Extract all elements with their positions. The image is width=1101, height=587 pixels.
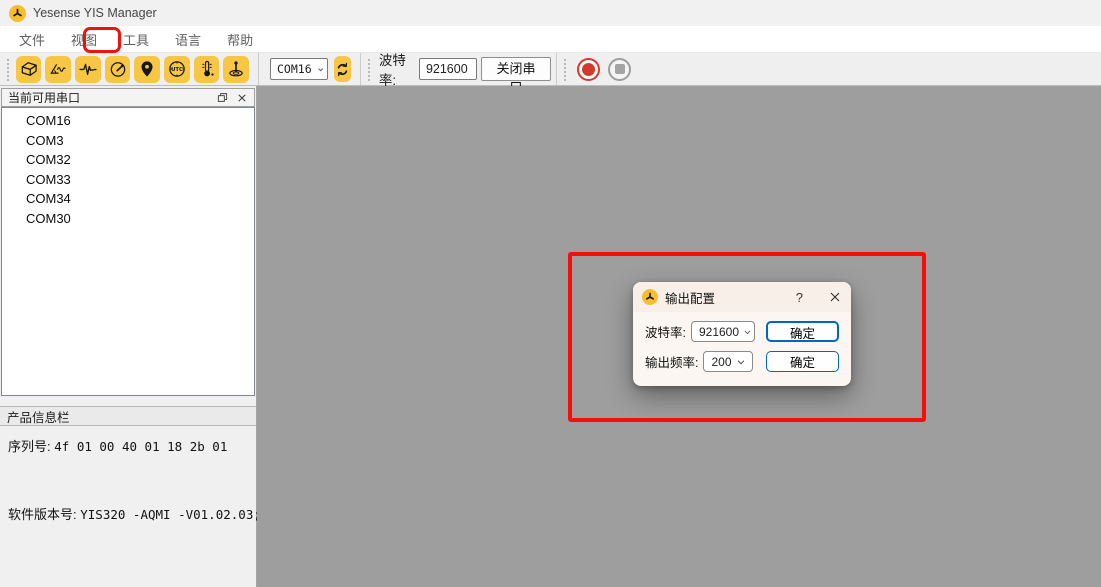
output-config-dialog: 输出配置 ? 波特率: 921600 确定 输出频率: bbox=[633, 282, 851, 386]
ports-panel-header: 当前可用串口 bbox=[1, 88, 255, 107]
toolbar-drag-handle[interactable] bbox=[563, 57, 568, 81]
dialog-titlebar: 输出配置 ? bbox=[633, 282, 851, 312]
dialog-output-rate-select[interactable]: 200 bbox=[703, 351, 753, 372]
port-select[interactable]: COM16 bbox=[270, 58, 328, 80]
chevron-down-icon bbox=[743, 327, 752, 337]
port-list: COM16 COM3 COM32 COM33 COM34 COM30 bbox=[1, 107, 255, 396]
dialog-baud-label: 波特率: bbox=[645, 322, 686, 341]
refresh-ports-icon[interactable] bbox=[334, 56, 351, 82]
dialog-close-button[interactable] bbox=[829, 291, 841, 303]
serial-number-label: 序列号: bbox=[8, 439, 51, 454]
ports-panel-title: 当前可用串口 bbox=[8, 89, 80, 106]
chevron-down-icon bbox=[736, 357, 746, 367]
toolbar-group-baud: 波特率: 921600 关闭串口 bbox=[360, 53, 556, 85]
port-list-item[interactable]: COM30 bbox=[2, 209, 254, 229]
toolbar-drag-handle[interactable] bbox=[367, 57, 371, 81]
attitude-wave-icon[interactable] bbox=[45, 56, 71, 83]
left-dock-panel: 当前可用串口 COM16 COM3 COM32 COM33 COM34 bbox=[0, 86, 257, 587]
dialog-baud-row: 波特率: 921600 确定 bbox=[633, 321, 851, 342]
dialog-rate-confirm-button[interactable]: 确定 bbox=[766, 351, 839, 372]
baud-rate-select[interactable]: 921600 bbox=[419, 58, 477, 80]
waveform-icon[interactable] bbox=[75, 56, 101, 83]
close-panel-icon[interactable] bbox=[234, 90, 250, 105]
location-pin-icon[interactable] bbox=[134, 56, 160, 83]
port-list-item[interactable]: COM3 bbox=[2, 131, 254, 151]
info-panel-title: 产品信息栏 bbox=[7, 407, 70, 426]
baud-rate-value: 921600 bbox=[426, 62, 468, 76]
software-version-value: YIS320 -AQMI -V01.02.03; bbox=[80, 507, 261, 522]
toolbar-group-port: COM16 bbox=[258, 53, 360, 85]
serial-number-value: 4f 01 00 40 01 18 2b 01 bbox=[54, 439, 227, 454]
toolbar-group-record bbox=[556, 53, 640, 85]
dialog-rate-row: 输出频率: 200 确定 bbox=[633, 351, 851, 372]
port-list-item[interactable]: COM32 bbox=[2, 150, 254, 170]
cube-3d-icon[interactable] bbox=[16, 56, 42, 83]
port-list-item[interactable]: COM33 bbox=[2, 170, 254, 190]
port-select-value: COM16 bbox=[277, 62, 312, 76]
software-version-line: 软件版本号: YIS320 -AQMI -V01.02.03; bbox=[8, 504, 261, 523]
temperature-icon[interactable] bbox=[194, 56, 220, 83]
titlebar: Yesense YIS Manager bbox=[0, 0, 1101, 26]
workspace-area: 输出配置 ? 波特率: 921600 确定 输出频率: bbox=[257, 86, 1101, 587]
dialog-title: 输出配置 bbox=[665, 288, 715, 307]
toolbar-group-views: UTC bbox=[0, 53, 258, 85]
chevron-down-icon bbox=[317, 65, 324, 74]
close-serial-port-button[interactable]: 关闭串口 bbox=[481, 57, 551, 81]
yesense-logo-icon bbox=[642, 289, 658, 305]
baud-rate-label: 波特率: bbox=[379, 49, 413, 89]
dialog-baud-confirm-button[interactable]: 确定 bbox=[766, 321, 839, 342]
app-window: Yesense YIS Manager 文件 视图 工具 语言 帮助 bbox=[0, 0, 1101, 587]
svg-text:UTC: UTC bbox=[171, 67, 183, 73]
toolbar: UTC bbox=[0, 52, 1101, 86]
dialog-baud-value: 921600 bbox=[699, 325, 739, 339]
serial-number-line: 序列号: 4f 01 00 40 01 18 2b 01 bbox=[8, 436, 227, 455]
beacon-icon[interactable] bbox=[223, 56, 249, 83]
record-icon bbox=[582, 63, 595, 76]
menu-view[interactable]: 视图 bbox=[62, 27, 106, 52]
yesense-logo-icon bbox=[9, 5, 26, 22]
menubar: 文件 视图 工具 语言 帮助 bbox=[0, 26, 1101, 52]
window-title: Yesense YIS Manager bbox=[33, 6, 157, 20]
menu-help[interactable]: 帮助 bbox=[218, 27, 262, 52]
menu-tools[interactable]: 工具 bbox=[114, 27, 158, 52]
stop-button[interactable] bbox=[608, 58, 631, 81]
dialog-output-rate-label: 输出频率: bbox=[645, 352, 698, 371]
record-button[interactable] bbox=[577, 58, 600, 81]
software-version-label: 软件版本号: bbox=[8, 507, 77, 522]
dialog-help-button[interactable]: ? bbox=[796, 290, 803, 305]
menu-file[interactable]: 文件 bbox=[10, 27, 54, 52]
float-panel-icon[interactable] bbox=[214, 90, 230, 105]
dialog-baud-select[interactable]: 921600 bbox=[691, 321, 755, 342]
port-list-item[interactable]: COM16 bbox=[2, 111, 254, 131]
port-list-item[interactable]: COM34 bbox=[2, 189, 254, 209]
dialog-output-rate-value: 200 bbox=[711, 355, 731, 369]
gauge-icon[interactable] bbox=[105, 56, 131, 83]
content-area: 当前可用串口 COM16 COM3 COM32 COM33 COM34 bbox=[0, 86, 1101, 587]
toolbar-drag-handle[interactable] bbox=[6, 57, 11, 81]
utc-clock-icon[interactable]: UTC bbox=[164, 56, 190, 83]
info-panel-header: 产品信息栏 bbox=[0, 406, 256, 426]
stop-icon bbox=[615, 64, 625, 74]
menu-language[interactable]: 语言 bbox=[166, 27, 210, 52]
